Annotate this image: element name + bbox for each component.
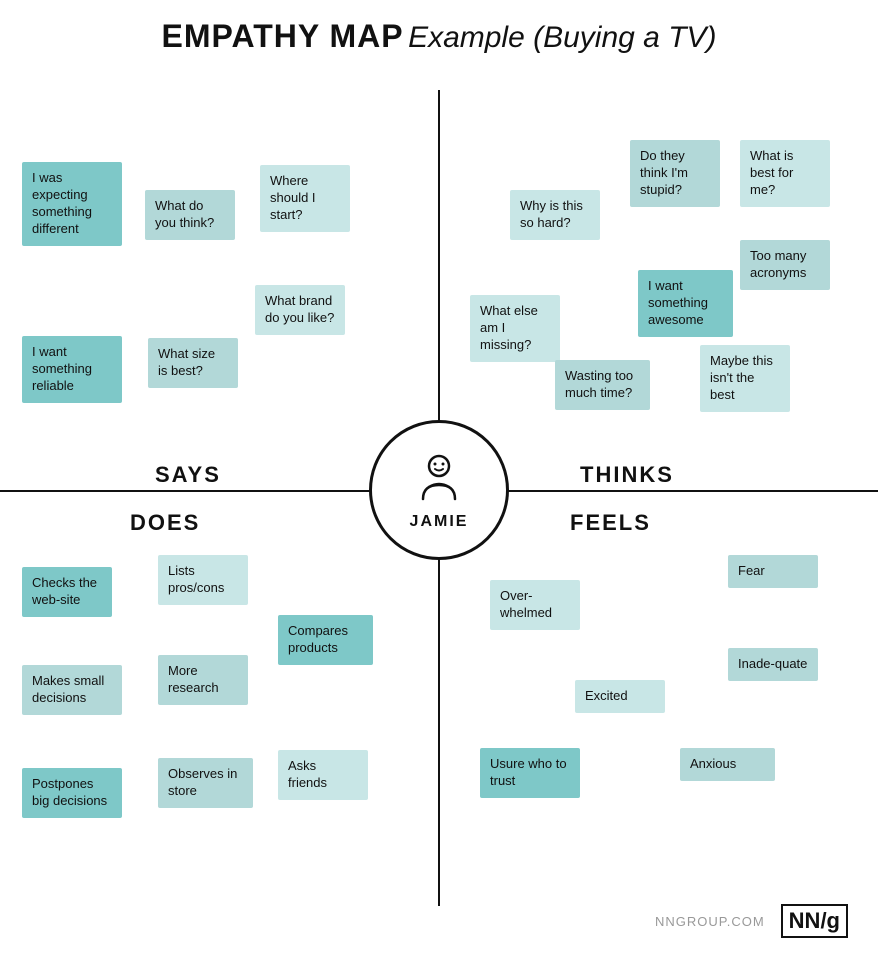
note-d7: Observes in store [158,758,253,808]
says-label: SAYS [155,462,221,488]
note-t5: What else am I missing? [470,295,560,362]
note-d3: Lists pros/cons [158,555,248,605]
note-f6: Anxious [680,748,775,781]
title-italic: Example (Buying a TV) [408,21,716,54]
note-t3: Why is this so hard? [510,190,600,240]
note-f5: Usure who to trust [480,748,580,798]
note-d8: Asks friends [278,750,368,800]
footer: NNGROUP.COM NN/g [655,904,848,938]
note-s2: What do you think? [145,190,235,240]
feels-label: FEELS [570,510,651,536]
does-label: DOES [130,510,200,536]
note-t1: Do they think I'm stupid? [630,140,720,207]
note-s3: Where should I start? [260,165,350,232]
note-f2: Over-whelmed [490,580,580,630]
footer-logo: NN/g [781,904,848,938]
title-area: EMPATHY MAP Example (Buying a TV) [0,0,878,65]
center-circle: JAMIE [369,420,509,560]
note-t6: I want something awesome [638,270,733,337]
note-t8: Maybe this isn't the best [700,345,790,412]
note-s5: I want something reliable [22,336,122,403]
note-d6: Postpones big decisions [22,768,122,818]
note-t2: What is best for me? [740,140,830,207]
footer-url: NNGROUP.COM [655,914,765,929]
note-s4: What brand do you like? [255,285,345,335]
note-s1: I was expecting something different [22,162,122,246]
note-t4: Too many acronyms [740,240,830,290]
note-f1: Fear [728,555,818,588]
center-name: JAMIE [410,513,469,531]
note-f3: Inade-quate [728,648,818,681]
note-f4: Excited [575,680,665,713]
thinks-label: THINKS [580,462,674,488]
title-bold: EMPATHY MAP [161,18,403,54]
note-d4: More research [158,655,248,705]
note-t7: Wasting too much time? [555,360,650,410]
note-d5: Compares products [278,615,373,665]
note-s6: What size is best? [148,338,238,388]
note-d2: Makes small decisions [22,665,122,715]
person-icon [409,449,469,509]
note-d1: Checks the web-site [22,567,112,617]
